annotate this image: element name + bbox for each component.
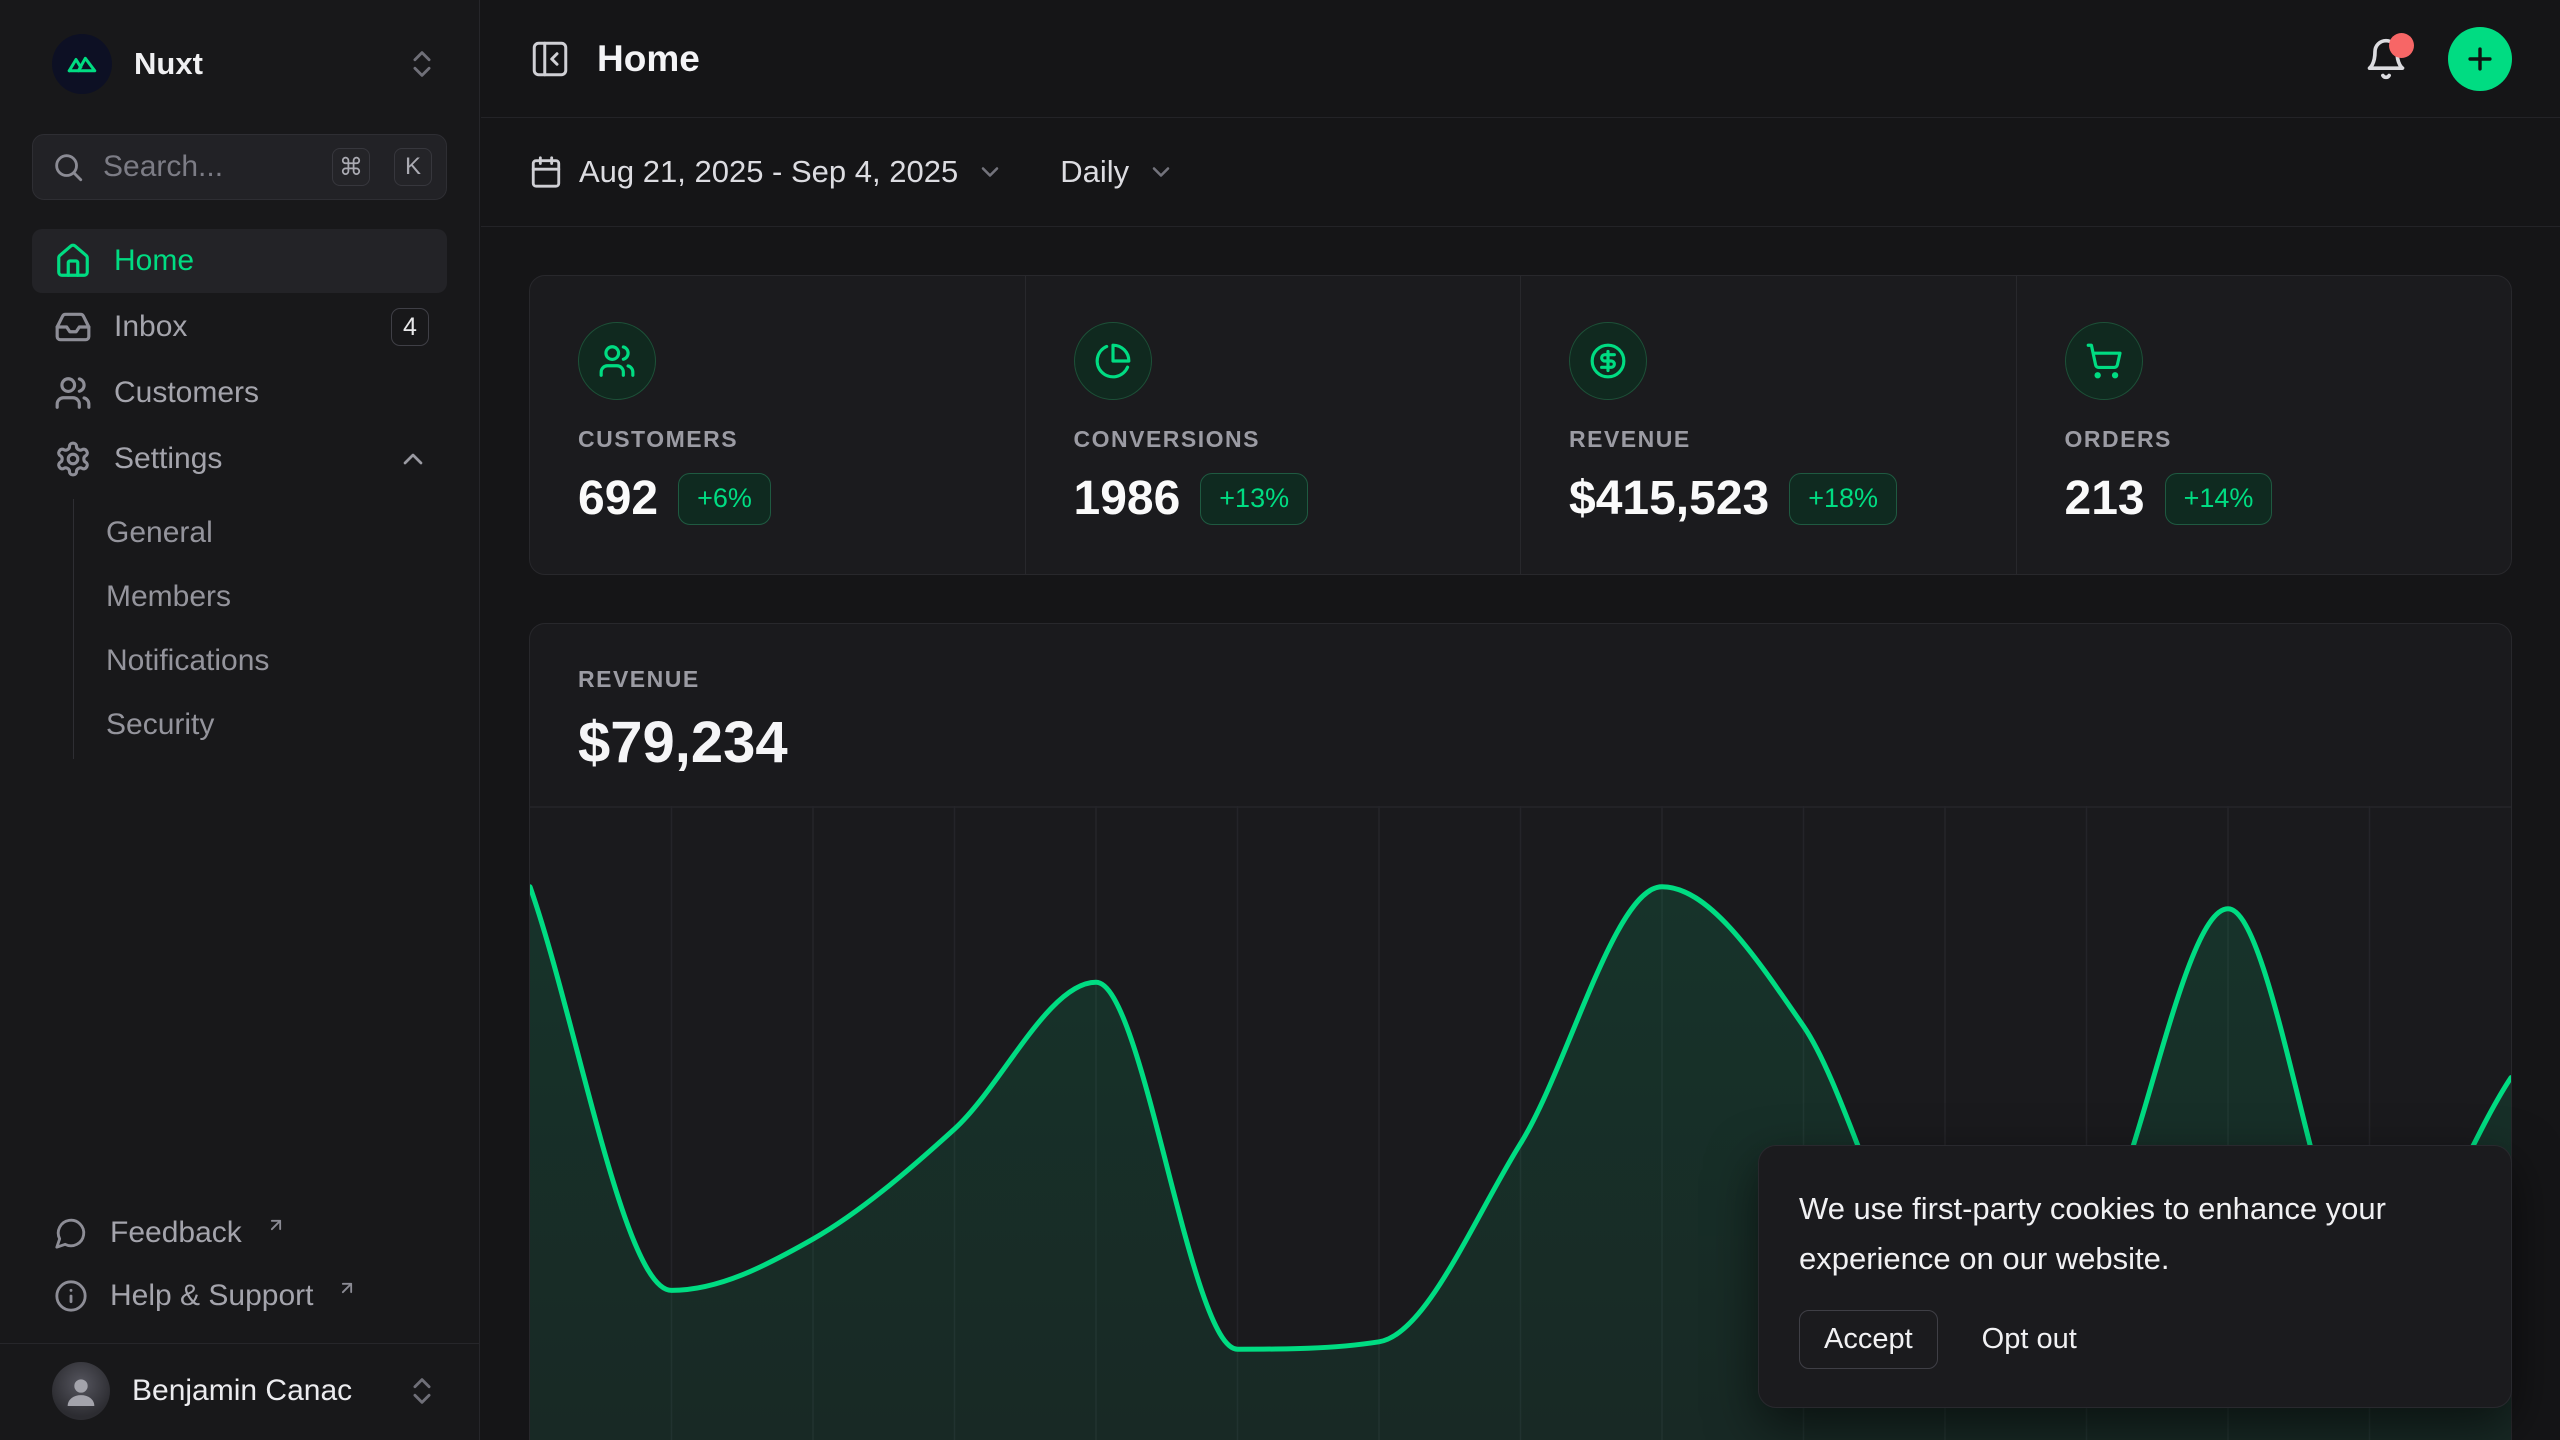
settings-subnav: General Members Notifications Security — [73, 499, 447, 759]
kbd-k: K — [394, 148, 432, 186]
chevron-down-icon — [976, 158, 1004, 186]
sidebar-item-general[interactable]: General — [74, 501, 447, 565]
sidebar-item-label: Home — [114, 244, 429, 278]
dollar-circle-icon — [1569, 322, 1647, 400]
stat-conversions: CONVERSIONS 1986 +13% — [1025, 276, 1521, 574]
stat-value: 213 — [2065, 471, 2145, 526]
help-support-label: Help & Support — [110, 1279, 313, 1313]
feedback-label: Feedback — [110, 1216, 242, 1250]
stats-card: CUSTOMERS 692 +6% CONVERSIONS 1986 +13% — [529, 275, 2512, 575]
stat-delta-badge: +13% — [1200, 473, 1308, 525]
sidebar-collapse-icon[interactable] — [529, 38, 571, 80]
granularity-select[interactable]: Daily — [1060, 154, 1175, 190]
external-link-icon — [266, 1215, 286, 1235]
stat-revenue: REVENUE $415,523 +18% — [1520, 276, 2016, 574]
pie-chart-icon — [1074, 322, 1152, 400]
stat-customers: CUSTOMERS 692 +6% — [530, 276, 1025, 574]
chevron-down-icon — [1147, 158, 1175, 186]
stat-value: 692 — [578, 471, 658, 526]
sidebar-item-home[interactable]: Home — [32, 229, 447, 293]
notifications-button[interactable] — [2364, 37, 2408, 81]
stat-label: ORDERS — [2065, 426, 2464, 453]
users-icon — [54, 374, 92, 412]
sidebar-item-label: Inbox — [114, 310, 369, 344]
avatar — [52, 1362, 110, 1420]
inbox-icon — [54, 308, 92, 346]
sidebar-item-label: Settings — [114, 442, 375, 476]
sidebar: Nuxt Search... ⌘ K Home — [0, 0, 480, 1440]
plus-icon — [2463, 42, 2497, 76]
stat-label: REVENUE — [1569, 426, 1968, 453]
chevron-up-icon — [397, 443, 429, 475]
date-range-value: Aug 21, 2025 - Sep 4, 2025 — [579, 154, 958, 190]
stat-delta-badge: +14% — [2165, 473, 2273, 525]
page-header: Home — [481, 0, 2560, 118]
nuxt-logo — [52, 34, 112, 94]
filters-toolbar: Aug 21, 2025 - Sep 4, 2025 Daily — [481, 118, 2560, 227]
stat-orders: ORDERS 213 +14% — [2016, 276, 2512, 574]
sidebar-item-settings[interactable]: Settings — [32, 427, 447, 491]
inbox-count-badge: 4 — [391, 308, 429, 346]
date-range-picker[interactable]: Aug 21, 2025 - Sep 4, 2025 — [529, 154, 1004, 190]
search-icon — [51, 150, 85, 184]
kbd-cmd: ⌘ — [332, 148, 370, 186]
revenue-chart-value: $79,234 — [578, 709, 2463, 776]
stat-label: CONVERSIONS — [1074, 426, 1473, 453]
stat-delta-badge: +6% — [678, 473, 771, 525]
cookie-message: We use first-party cookies to enhance yo… — [1799, 1184, 2439, 1284]
stat-delta-badge: +18% — [1789, 473, 1897, 525]
chevrons-up-down-icon — [405, 47, 439, 81]
accept-button[interactable]: Accept — [1799, 1310, 1938, 1369]
workspace-switcher[interactable]: Nuxt — [32, 0, 447, 94]
user-menu[interactable]: Benjamin Canac — [32, 1344, 447, 1440]
sidebar-item-notifications[interactable]: Notifications — [74, 629, 447, 693]
page-title: Home — [597, 38, 700, 80]
stat-value: $415,523 — [1569, 471, 1769, 526]
chat-bubble-icon — [54, 1216, 88, 1250]
sidebar-nav: Home Inbox 4 Customers — [32, 229, 447, 759]
cart-icon — [2065, 322, 2143, 400]
notification-dot — [2389, 33, 2414, 58]
cookie-consent-toast: We use first-party cookies to enhance yo… — [1758, 1145, 2512, 1408]
user-name: Benjamin Canac — [132, 1374, 383, 1408]
help-support-link[interactable]: Help & Support — [32, 1264, 447, 1327]
sidebar-footer: Feedback Help & Support — [32, 1201, 447, 1440]
sidebar-item-members[interactable]: Members — [74, 565, 447, 629]
sidebar-item-customers[interactable]: Customers — [32, 361, 447, 425]
calendar-icon — [529, 155, 563, 189]
search-input[interactable]: Search... ⌘ K — [32, 134, 447, 200]
sidebar-item-inbox[interactable]: Inbox 4 — [32, 295, 447, 359]
feedback-link[interactable]: Feedback — [32, 1201, 447, 1264]
home-icon — [54, 242, 92, 280]
users-icon — [578, 322, 656, 400]
add-button[interactable] — [2448, 27, 2512, 91]
stat-value: 1986 — [1074, 471, 1181, 526]
opt-out-button[interactable]: Opt out — [1982, 1323, 2077, 1356]
chevrons-up-down-icon — [405, 1374, 439, 1408]
revenue-chart-label: REVENUE — [578, 666, 2463, 693]
external-link-icon — [337, 1278, 357, 1298]
workspace-name: Nuxt — [134, 46, 383, 82]
gear-icon — [54, 440, 92, 478]
sidebar-item-label: Customers — [114, 376, 429, 410]
sidebar-item-security[interactable]: Security — [74, 693, 447, 757]
granularity-value: Daily — [1060, 154, 1129, 190]
search-placeholder: Search... — [103, 150, 308, 184]
info-circle-icon — [54, 1279, 88, 1313]
stat-label: CUSTOMERS — [578, 426, 977, 453]
